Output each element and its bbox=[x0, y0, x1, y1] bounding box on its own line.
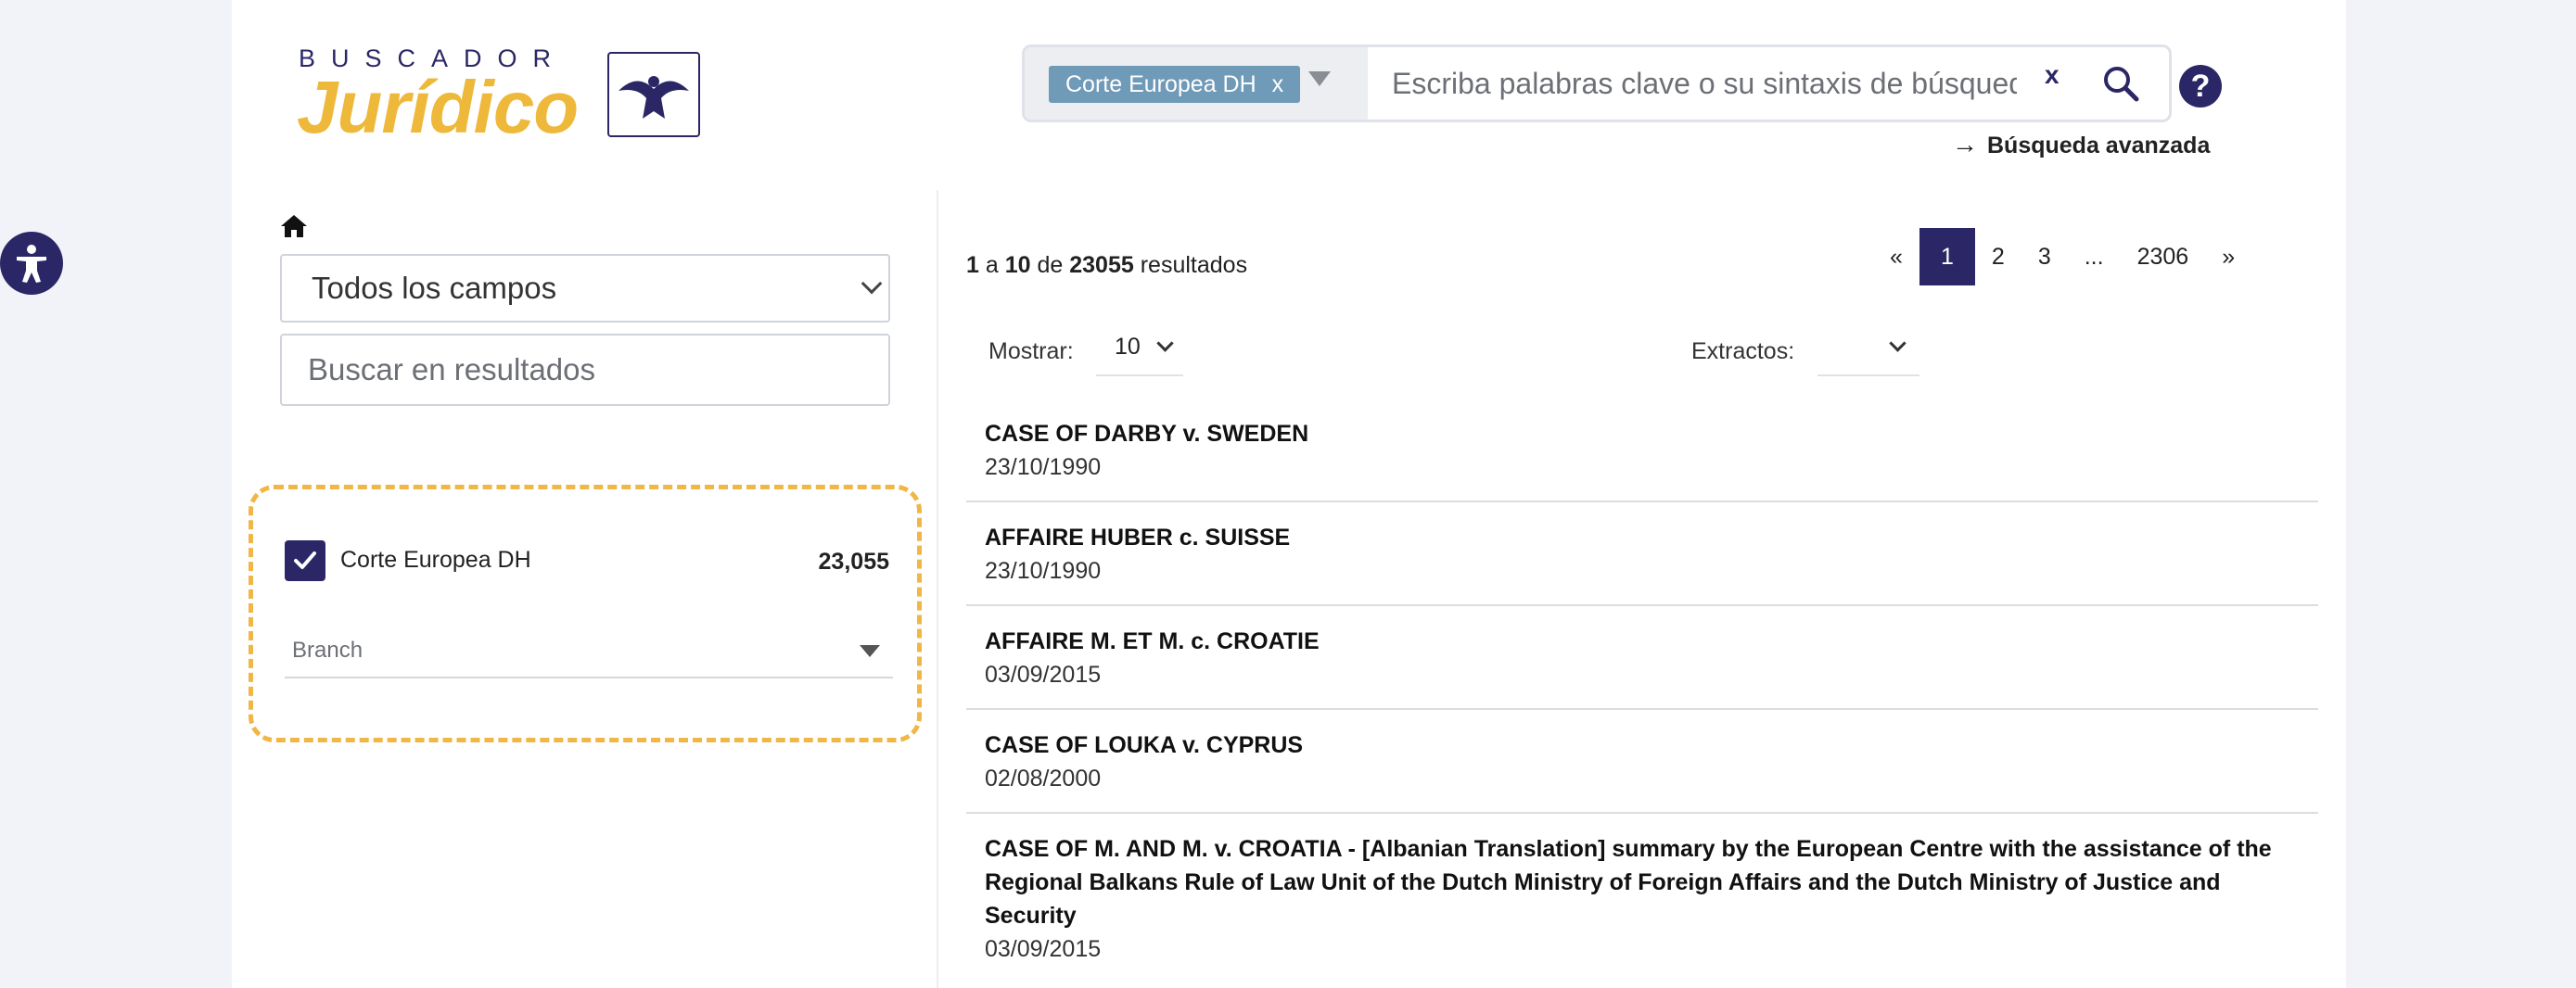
page-link[interactable]: 2 bbox=[1975, 228, 2021, 285]
advanced-search-link[interactable]: → Búsqueda avanzada bbox=[1952, 130, 2210, 159]
chevron-down-icon bbox=[861, 272, 883, 295]
accessibility-icon bbox=[17, 245, 46, 283]
logo-main-text: Jurídico bbox=[297, 66, 579, 148]
result-title[interactable]: AFFAIRE HUBER c. SUISSE bbox=[985, 521, 2300, 554]
result-item[interactable]: AFFAIRE M. ET M. c. CROATIE 03/09/2015 bbox=[966, 606, 2318, 710]
result-title[interactable]: CASE OF DARBY v. SWEDEN bbox=[985, 417, 2300, 450]
results-summary: 1 a 10 de 23055 resultados bbox=[966, 252, 1248, 278]
facet-highlight-box: Corte Europea DH 23,055 Branch bbox=[249, 485, 922, 742]
extracts-label: Extractos: bbox=[1691, 338, 1795, 364]
branch-label: Branch bbox=[292, 638, 363, 663]
accessibility-button[interactable] bbox=[0, 232, 63, 295]
result-item[interactable]: CASE OF M. AND M. v. CROATIA - [Albanian… bbox=[966, 814, 2318, 982]
page-size-select[interactable]: 10 bbox=[1096, 324, 1183, 376]
page-link[interactable]: 2306 bbox=[2121, 228, 2206, 285]
scope-tag[interactable]: Corte Europea DH x bbox=[1049, 66, 1301, 103]
branch-dropdown[interactable]: Branch bbox=[285, 638, 893, 678]
pagination: «1 2 3... 2306» bbox=[1873, 228, 2251, 285]
help-icon[interactable]: ? bbox=[2179, 65, 2222, 108]
result-title[interactable]: AFFAIRE M. ET M. c. CROATIE bbox=[985, 625, 2300, 658]
facet-count: 23,055 bbox=[818, 549, 889, 575]
page-container: BUSCADOR Jurídico Corte Europea DH x x ?… bbox=[232, 0, 2346, 988]
arrow-right-icon: → bbox=[1952, 130, 1978, 158]
result-date: 02/08/2000 bbox=[985, 766, 1102, 792]
field-select[interactable]: Todos los campos bbox=[280, 254, 890, 323]
facet-label: Corte Europea DH bbox=[340, 547, 531, 573]
show-label: Mostrar: bbox=[988, 338, 1074, 364]
buscador-juridico-logo[interactable]: BUSCADOR Jurídico bbox=[297, 44, 705, 151]
caret-down-icon[interactable] bbox=[1308, 71, 1331, 86]
page-size-value: 10 bbox=[1115, 334, 1141, 360]
column-divider bbox=[937, 190, 938, 988]
search-icon[interactable] bbox=[2100, 63, 2141, 104]
result-date: 23/10/1990 bbox=[985, 558, 1102, 584]
advanced-search-label: Búsqueda avanzada bbox=[1987, 133, 2211, 158]
scope-tag-label: Corte Europea DH bbox=[1065, 71, 1256, 97]
results-list: CASE OF DARBY v. SWEDEN 23/10/1990 AFFAIRE… bbox=[966, 399, 2318, 982]
result-date: 23/10/1990 bbox=[985, 454, 1102, 480]
filter-results-input[interactable] bbox=[280, 334, 890, 406]
clear-search-button[interactable]: x bbox=[2045, 60, 2060, 90]
eagle-emblem-icon bbox=[607, 52, 700, 137]
page-link[interactable]: 1 bbox=[1919, 228, 1975, 285]
result-title[interactable]: CASE OF LOUKA v. CYPRUS bbox=[985, 728, 2300, 762]
result-date: 03/09/2015 bbox=[985, 936, 1102, 962]
result-date: 03/09/2015 bbox=[985, 662, 1102, 688]
extracts-select[interactable] bbox=[1817, 324, 1919, 376]
caret-down-icon bbox=[860, 645, 880, 657]
main-search-bar: Corte Europea DH x x bbox=[1022, 44, 2172, 122]
search-scope-selector[interactable]: Corte Europea DH x bbox=[1025, 47, 1368, 120]
home-icon[interactable] bbox=[280, 213, 308, 239]
checkmark-icon bbox=[294, 551, 316, 569]
facet-checkbox[interactable] bbox=[285, 540, 325, 581]
result-item[interactable]: CASE OF DARBY v. SWEDEN 23/10/1990 bbox=[966, 399, 2318, 502]
chevron-down-icon bbox=[1889, 335, 1906, 352]
result-item[interactable]: CASE OF LOUKA v. CYPRUS 02/08/2000 bbox=[966, 710, 2318, 814]
chevron-down-icon bbox=[1156, 335, 1174, 352]
page-link[interactable]: ... bbox=[2068, 228, 2121, 285]
page-link[interactable]: 3 bbox=[2021, 228, 2068, 285]
result-item[interactable]: AFFAIRE HUBER c. SUISSE 23/10/1990 bbox=[966, 502, 2318, 606]
search-input[interactable] bbox=[1368, 47, 2017, 120]
result-title[interactable]: CASE OF M. AND M. v. CROATIA - [Albanian… bbox=[985, 832, 2300, 932]
scope-tag-remove-button[interactable]: x bbox=[1272, 71, 1284, 97]
field-select-value: Todos los campos bbox=[312, 271, 557, 305]
page-link[interactable]: « bbox=[1873, 228, 1919, 285]
page-link[interactable]: » bbox=[2205, 228, 2251, 285]
